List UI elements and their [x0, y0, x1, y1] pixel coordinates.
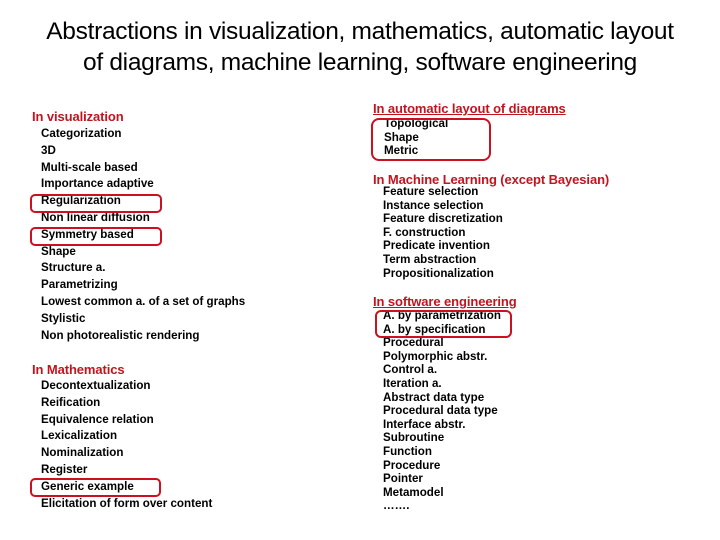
ml-list-item: Feature discretization — [383, 212, 503, 226]
highlight-box-symmetry — [30, 227, 162, 246]
se-list-item: Subroutine — [383, 431, 445, 445]
visualization-list-item: Parametrizing — [41, 278, 118, 292]
se-list-item: Pointer — [383, 472, 423, 486]
highlight-box-generic-example — [30, 478, 161, 497]
se-list-item: Iteration a. — [383, 376, 442, 390]
title-line-1: Abstractions in visualization, mathemati… — [46, 18, 674, 45]
se-list-item: Metamodel — [383, 485, 444, 499]
visualization-list-item: Shape — [41, 244, 76, 258]
highlight-box-se — [375, 310, 512, 338]
se-list-item: Procedural — [383, 336, 444, 350]
mathematics-list-item: Elicitation of form over content — [41, 496, 213, 510]
mathematics-list-item: Decontextualization — [41, 379, 151, 392]
mathematics-list-item: Lexicalization — [41, 429, 118, 443]
slide-title: Abstractions in visualization, mathemati… — [0, 16, 720, 78]
visualization-list-item: Structure a. — [41, 261, 106, 275]
visualization-heading: In visualization — [32, 109, 124, 124]
visualization-list-item: Lowest common a. of a set of graphs — [41, 294, 246, 308]
title-line-2: of diagrams, machine learning, software … — [83, 49, 637, 76]
ml-list-item: F. construction — [383, 225, 466, 239]
mathematics-list-item: Reification — [41, 395, 101, 409]
se-list-item: Control a. — [383, 363, 438, 377]
se-list-item: Function — [383, 444, 432, 458]
visualization-list-item: Stylistic — [41, 311, 86, 325]
highlight-box-layout — [371, 118, 491, 161]
se-list-item: Procedural data type — [383, 404, 498, 418]
visualization-list-item: 3D — [41, 143, 56, 157]
layout-heading: In automatic layout of diagrams — [373, 101, 566, 116]
se-list: A. by parametrization A. by specification… — [383, 309, 501, 513]
mathematics-list-item: Equivalence relation — [41, 412, 154, 426]
ml-list-item: Term abstraction — [383, 252, 477, 266]
visualization-list-item: Multi-scale based — [41, 160, 138, 174]
se-list-item: Abstract data type — [383, 390, 485, 404]
se-list-item: Procedure — [383, 458, 441, 472]
visualization-list-item: Non photorealistic rendering — [41, 328, 200, 342]
ml-list-item: Predicate invention — [383, 239, 490, 253]
visualization-list-item: Importance adaptive — [41, 177, 154, 191]
se-list-item: Polymorphic abstr. — [383, 349, 488, 363]
se-list-item: ……. — [383, 499, 410, 513]
mathematics-heading: In Mathematics — [32, 362, 125, 377]
ml-list-item: Propositionalization — [383, 266, 494, 280]
mathematics-list-item: Register — [41, 462, 88, 476]
ml-list-item: Feature selection — [383, 185, 479, 198]
ml-list: Feature selection Instance selection Featu… — [383, 185, 503, 280]
visualization-list-item: Categorization — [41, 127, 122, 140]
mathematics-list-item: Nominalization — [41, 446, 124, 460]
se-list-item: Interface abstr. — [383, 417, 466, 431]
ml-list-item: Instance selection — [383, 198, 484, 212]
se-heading: In software engineering — [373, 294, 517, 309]
highlight-box-regularization — [30, 194, 162, 213]
